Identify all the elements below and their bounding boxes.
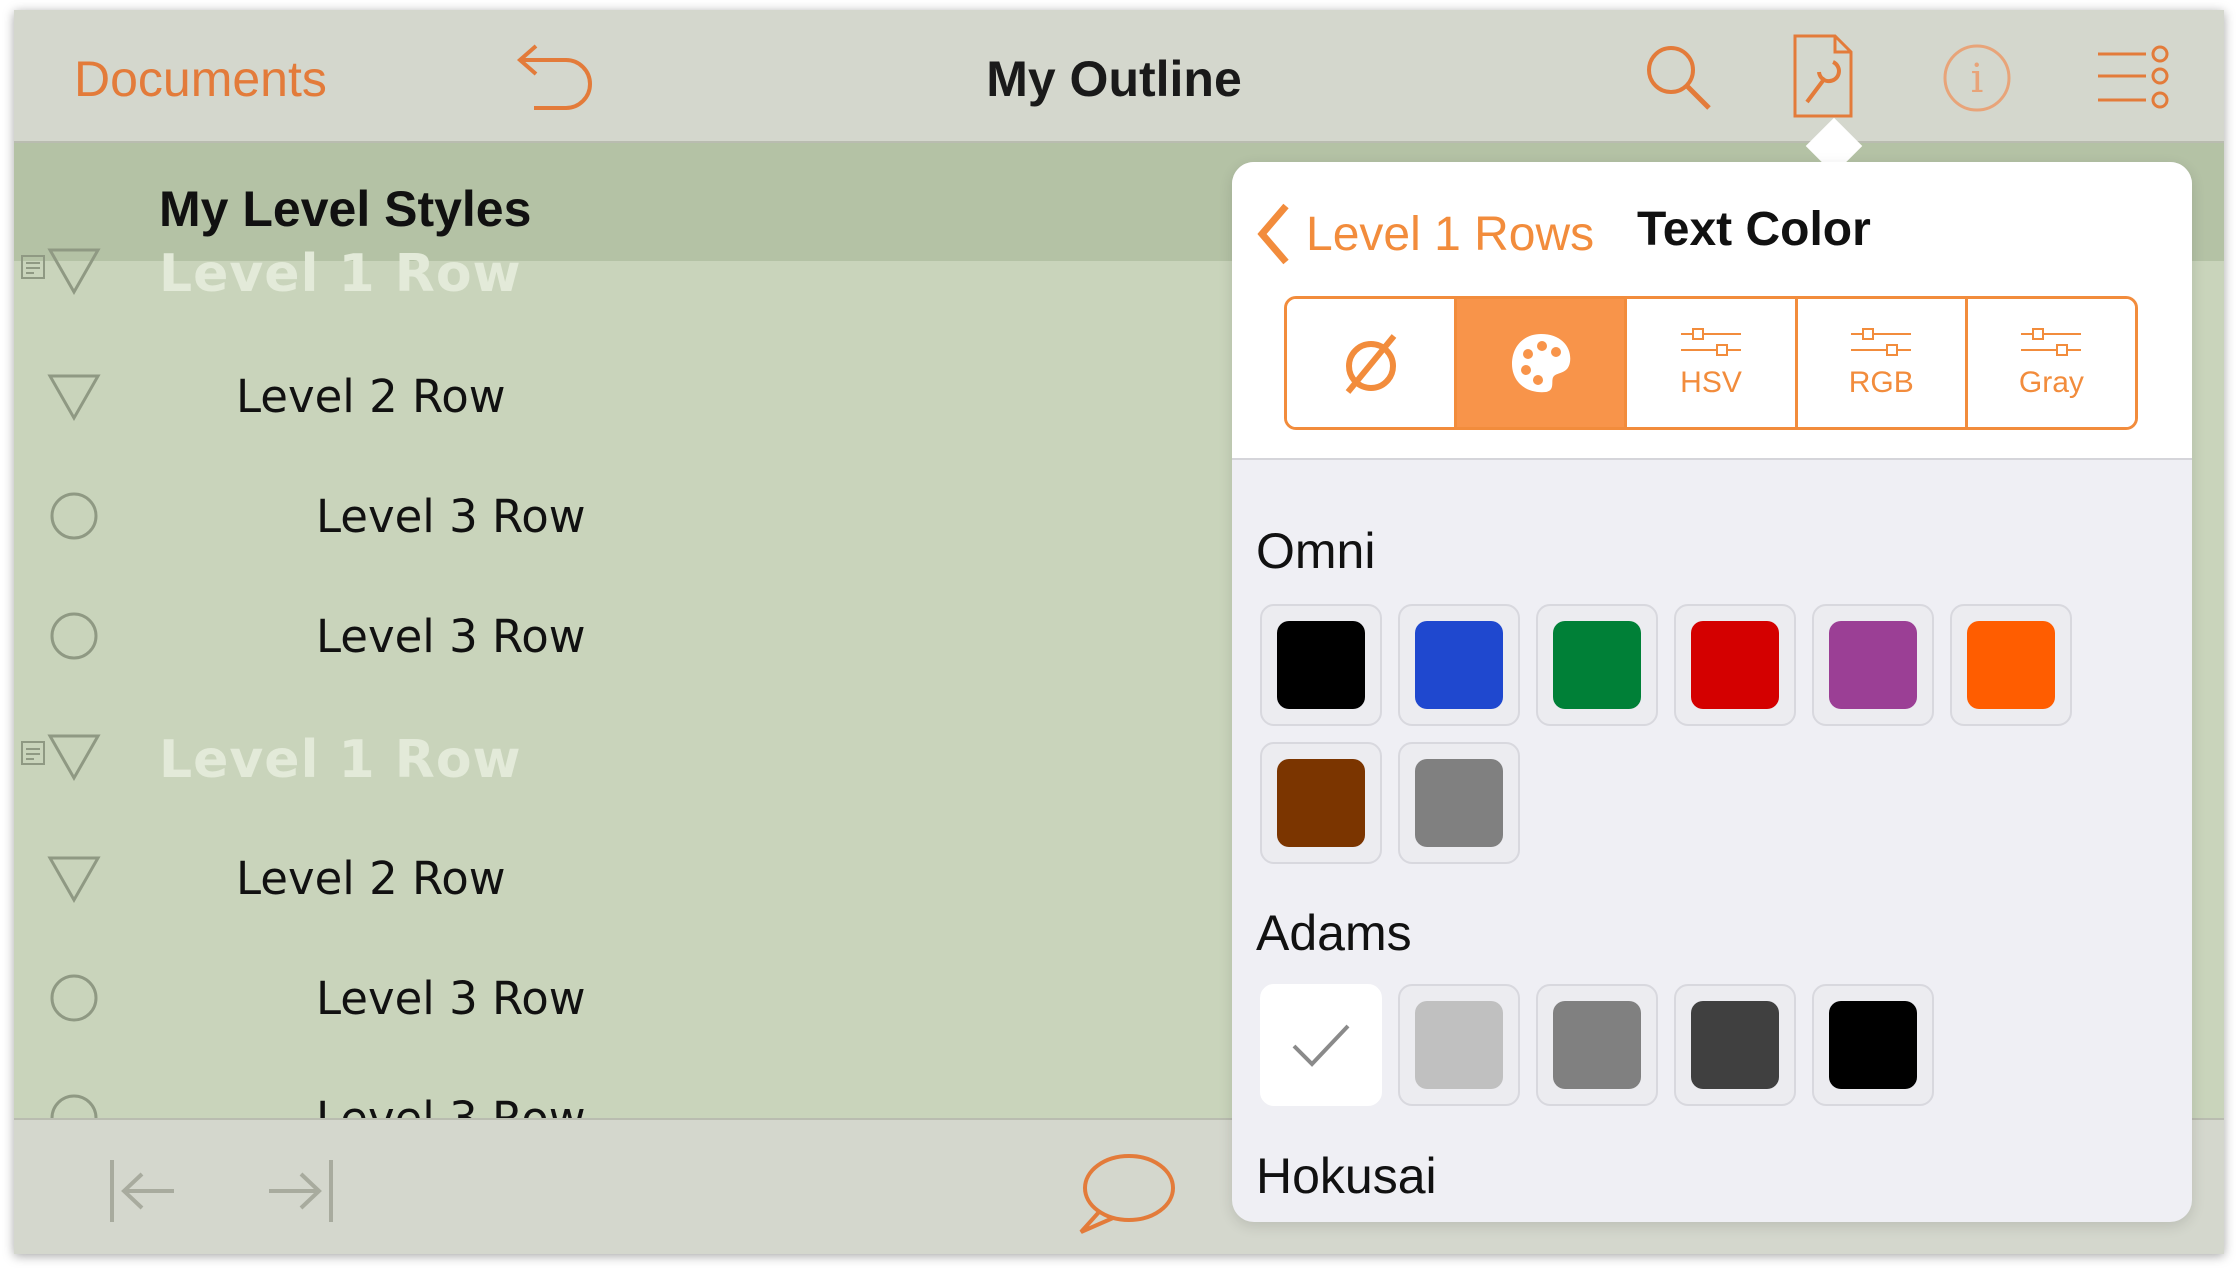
outline-row-label: Level 1 Row xyxy=(159,244,522,304)
row-handle-circle-icon[interactable] xyxy=(44,968,104,1032)
outline-row[interactable]: Level 3 Row xyxy=(14,456,1234,576)
color-chip xyxy=(1829,621,1917,709)
color-chip xyxy=(1829,1001,1917,1089)
outline-row[interactable]: Level 2 Row xyxy=(14,818,1234,938)
back-button[interactable]: Level 1 Rows xyxy=(1256,202,1594,266)
popover-title: Text Color xyxy=(1637,203,1871,256)
search-icon[interactable] xyxy=(1639,38,1719,118)
color-swatch[interactable] xyxy=(1674,604,1796,726)
chevron-left-icon xyxy=(1257,203,1289,265)
outline-menu-icon[interactable] xyxy=(2094,42,2174,112)
color-chip xyxy=(1277,759,1365,847)
info-icon[interactable]: i xyxy=(1939,40,2015,116)
outline-row[interactable]: Level 3 Row xyxy=(14,576,1234,696)
outline-row[interactable]: Level 1 Row xyxy=(14,696,1234,816)
outline-row-label: Level 2 Row xyxy=(236,370,506,423)
segment-gray[interactable]: Gray xyxy=(1967,299,2135,427)
slider-icon xyxy=(2021,328,2082,356)
color-swatch[interactable] xyxy=(1398,742,1520,864)
back-label: Level 1 Rows xyxy=(1306,207,1595,261)
color-chip xyxy=(1415,759,1503,847)
outline-row[interactable]: Level 1 Row xyxy=(14,210,1234,330)
top-toolbar: Documents My Outline i xyxy=(14,10,2224,143)
row-handle-circle-icon[interactable] xyxy=(44,606,104,670)
segment-hsv[interactable]: HSV xyxy=(1627,299,1798,427)
outline-row-label: Level 3 Row xyxy=(316,490,586,543)
color-chip xyxy=(1691,1001,1779,1089)
color-swatch[interactable] xyxy=(1950,604,2072,726)
segment-rgb-label: RGB xyxy=(1848,366,1914,399)
app-window: Documents My Outline i My Level Styles L… xyxy=(14,10,2224,1254)
segment-gray-label: Gray xyxy=(2018,366,2084,399)
color-swatch[interactable] xyxy=(1398,604,1520,726)
documents-button[interactable]: Documents xyxy=(74,50,327,108)
palette-section-hokusai: Hokusai xyxy=(1256,1148,1437,1204)
color-chip xyxy=(1691,621,1779,709)
color-swatch[interactable] xyxy=(1536,984,1658,1106)
svg-text:i: i xyxy=(1971,56,1984,102)
outline-row[interactable]: Level 3 Row xyxy=(14,938,1234,1058)
disclosure-triangle-icon[interactable] xyxy=(44,726,104,790)
color-chip xyxy=(1415,1001,1503,1089)
outline-row-label: Level 3 Row xyxy=(316,972,586,1025)
outline-row-label: Level 1 Row xyxy=(159,730,522,790)
segment-hsv-label: HSV xyxy=(1680,366,1742,399)
slider-icon xyxy=(1851,328,1912,356)
palette-icon xyxy=(1511,334,1571,393)
disclosure-triangle-icon[interactable] xyxy=(44,240,104,304)
comment-icon[interactable] xyxy=(1069,1148,1179,1238)
outline-row-label: Level 3 Row xyxy=(316,610,586,663)
outline-row[interactable]: Level 2 Row xyxy=(14,336,1234,456)
palette-section-omni: Omni xyxy=(1256,523,1376,579)
color-swatch[interactable] xyxy=(1812,984,1934,1106)
inspector-icon[interactable] xyxy=(1789,32,1859,122)
color-chip xyxy=(1967,621,2055,709)
no-color-icon xyxy=(1345,334,1396,394)
segment-no-color[interactable] xyxy=(1287,299,1458,427)
outdent-icon[interactable] xyxy=(104,1156,184,1226)
text-color-popover: Level 1 Rows Text Color HSV RGB Gray Omn… xyxy=(1232,162,2192,1222)
color-swatch[interactable] xyxy=(1812,604,1934,726)
color-chip xyxy=(1415,621,1503,709)
undo-icon[interactable] xyxy=(504,40,604,120)
color-chip xyxy=(1553,621,1641,709)
palette-section-adams: Adams xyxy=(1256,905,1412,961)
outline-row-label: Level 2 Row xyxy=(236,852,506,905)
color-swatch[interactable] xyxy=(1260,604,1382,726)
color-swatch[interactable] xyxy=(1536,604,1658,726)
segment-palette[interactable] xyxy=(1457,299,1628,427)
slider-icon xyxy=(1681,328,1741,356)
note-icon[interactable] xyxy=(20,740,46,770)
color-swatch[interactable] xyxy=(1260,984,1382,1106)
page-title: My Outline xyxy=(986,51,1242,107)
color-swatch[interactable] xyxy=(1398,984,1520,1106)
note-icon[interactable] xyxy=(20,254,46,284)
indent-icon[interactable] xyxy=(259,1156,339,1226)
checkmark-icon xyxy=(1292,1024,1350,1067)
disclosure-triangle-icon[interactable] xyxy=(44,848,104,912)
disclosure-triangle-icon[interactable] xyxy=(44,366,104,430)
color-chip xyxy=(1277,621,1365,709)
color-chip xyxy=(1553,1001,1641,1089)
row-handle-circle-icon[interactable] xyxy=(44,486,104,550)
color-swatch[interactable] xyxy=(1674,984,1796,1106)
segment-rgb[interactable]: RGB xyxy=(1797,299,1968,427)
color-swatch[interactable] xyxy=(1260,742,1382,864)
popover-header: Level 1 Rows Text Color HSV RGB Gray xyxy=(1232,162,2192,460)
color-mode-segmented-control: HSV RGB Gray xyxy=(1284,296,2138,430)
